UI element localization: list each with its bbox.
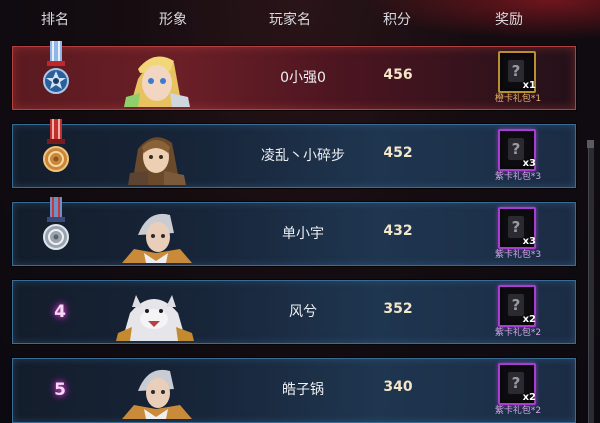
player-portrait — [116, 295, 194, 341]
reward-multiplier: x3 — [522, 236, 536, 247]
second-place-medal-icon — [43, 119, 69, 172]
header-avatar: 形象 — [159, 12, 187, 28]
player-portrait — [124, 56, 190, 107]
player-name: 0小强0 — [280, 70, 326, 86]
player-portrait — [122, 213, 192, 263]
third-place-medal-icon — [43, 197, 69, 250]
reward-multiplier: x2 — [522, 392, 536, 403]
purple-card-pack-icon[interactable]: ? x3 — [498, 207, 536, 249]
player-score: 352 — [383, 301, 413, 317]
player-score: 456 — [383, 67, 413, 83]
question-mark-icon: ? — [508, 138, 524, 160]
orange-card-pack-icon[interactable]: ? x1 — [498, 51, 536, 93]
leaderboard-row[interactable]: 单小宇 432 ? x3 紫卡礼包*3 — [12, 197, 576, 266]
first-place-medal-icon — [43, 41, 69, 94]
header-score: 积分 — [383, 12, 411, 28]
leaderboard-row[interactable]: 5 皓子锅 340 ? x2 紫卡礼包*2 — [12, 358, 576, 423]
reward-label: 紫卡礼包*3 — [494, 172, 542, 182]
question-mark-icon: ? — [508, 216, 524, 238]
reward-multiplier: x1 — [522, 80, 536, 91]
purple-card-pack-icon[interactable]: ? x2 — [498, 285, 536, 327]
rank-number: 4 — [54, 302, 66, 322]
scrollbar-track[interactable] — [588, 140, 594, 423]
reward-label: 紫卡礼包*2 — [494, 406, 542, 416]
player-name: 单小宇 — [282, 226, 324, 242]
question-mark-icon: ? — [508, 372, 524, 394]
header-rank: 排名 — [41, 12, 69, 28]
leaderboard-row[interactable]: 0小强0 456 ? x1 橙卡礼包*1 — [12, 41, 576, 110]
header-reward: 奖励 — [495, 12, 523, 28]
header-player: 玩家名 — [269, 12, 311, 28]
purple-card-pack-icon[interactable]: ? x3 — [498, 129, 536, 171]
scrollbar-thumb[interactable] — [587, 140, 594, 148]
reward-multiplier: x3 — [522, 158, 536, 169]
reward-label: 紫卡礼包*3 — [494, 250, 542, 260]
leaderboard-header: 排名 形象 玩家名 积分 奖励 — [0, 0, 600, 36]
purple-card-pack-icon[interactable]: ? x2 — [498, 363, 536, 405]
player-score: 452 — [383, 145, 413, 161]
question-mark-icon: ? — [508, 294, 524, 316]
reward-label: 紫卡礼包*2 — [494, 328, 542, 338]
player-portrait — [122, 369, 192, 419]
player-name: 皓子锅 — [282, 382, 324, 398]
rank-cell: 4 — [41, 281, 79, 343]
reward-multiplier: x2 — [522, 314, 536, 325]
reward-label: 橙卡礼包*1 — [494, 94, 542, 104]
rank-cell: 5 — [41, 359, 79, 421]
player-score: 432 — [383, 223, 413, 239]
leaderboard-row[interactable]: 4 风兮 352 ? x2 紫卡礼包*2 — [12, 280, 576, 344]
player-portrait — [128, 137, 186, 185]
player-name: 凌乱丶小碎步 — [261, 148, 345, 164]
question-mark-icon: ? — [508, 60, 524, 82]
player-name: 风兮 — [289, 304, 317, 320]
leaderboard-row[interactable]: 凌乱丶小碎步 452 ? x3 紫卡礼包*3 — [12, 119, 576, 188]
rank-number: 5 — [54, 380, 66, 400]
player-score: 340 — [383, 379, 413, 395]
